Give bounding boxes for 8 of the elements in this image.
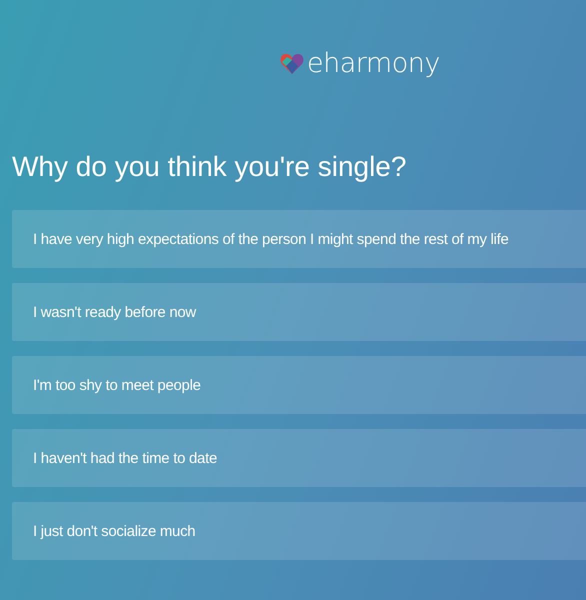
logo-text: eharmony (307, 47, 440, 81)
answer-option[interactable]: I haven't had the time to date (12, 429, 586, 487)
answer-option[interactable]: I have very high expectations of the person I might spend the rest of my life (12, 210, 586, 268)
question-heading: Why do you think you're single? (12, 150, 408, 184)
answer-option[interactable]: I'm too shy to meet people (12, 356, 586, 414)
answer-option[interactable]: I just don't socialize much (12, 502, 586, 560)
answer-option[interactable]: I wasn't ready before now (12, 283, 586, 341)
heart-icon (280, 53, 304, 75)
